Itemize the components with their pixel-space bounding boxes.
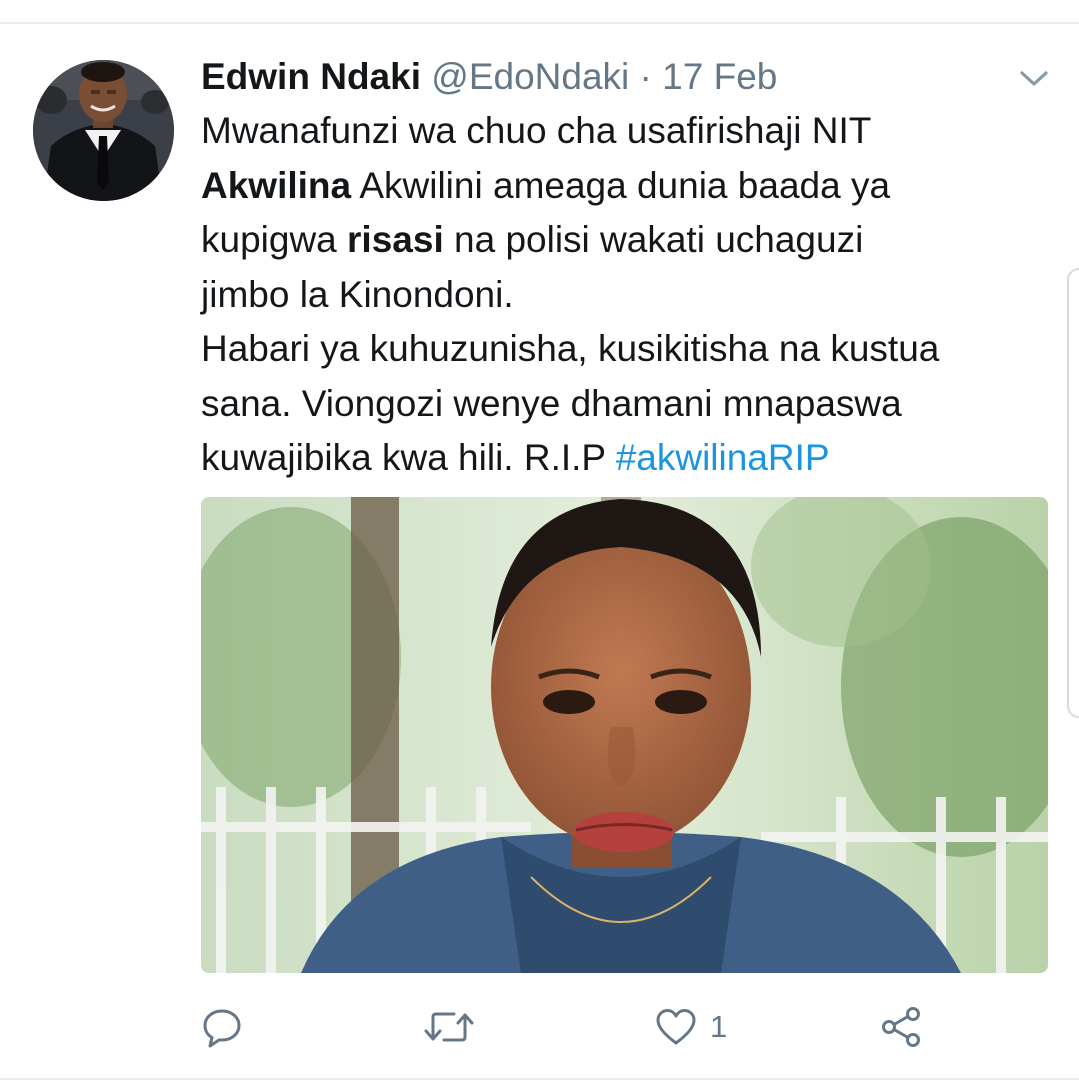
bold-word: risasi (347, 219, 444, 260)
avatar-photo (33, 60, 174, 201)
bottom-divider (0, 1078, 1079, 1080)
chevron-down-icon (1020, 71, 1048, 86)
tweet-text-line: kuwajibika kwa hili. R.I.P #akwilinaRIP (201, 431, 1041, 486)
scrollbar-edge[interactable] (1067, 268, 1079, 718)
tweet-timestamp[interactable]: 17 Feb (662, 56, 777, 97)
text-segment: Mwanafunzi wa chuo cha usafirishaji NIT (201, 110, 872, 151)
author-display-name[interactable]: Edwin Ndaki (201, 56, 421, 97)
tweet-text: Mwanafunzi wa chuo cha usafirishaji NIT … (201, 104, 1041, 486)
text-segment: na polisi wakati uchaguzi (443, 219, 864, 260)
heart-icon (656, 1009, 696, 1045)
tweet-photo[interactable] (201, 497, 1048, 973)
author-handle[interactable]: @EdoNdaki (431, 56, 629, 97)
like-button[interactable]: 1 (654, 1003, 727, 1051)
text-segment: kupigwa (201, 219, 348, 260)
tweet-text-line: sana. Viongozi wenye dhamani mnapaswa (201, 377, 1041, 432)
tweet-text-line: kupigwa risasi na polisi wakati uchaguzi (201, 213, 1041, 268)
text-segment: Akwilini ameaga dunia baada ya (351, 164, 891, 206)
tweet-text-line: Habari ya kuhuzunisha, kusikitisha na ku… (201, 322, 1041, 377)
like-count: 1 (710, 1009, 728, 1044)
tweet-menu-button[interactable] (1014, 64, 1054, 94)
tweet-text-line: Mwanafunzi wa chuo cha usafirishaji NIT (201, 104, 1041, 159)
text-segment: kuwajibika kwa hili. R.I.P (201, 437, 616, 478)
text-segment: Habari ya kuhuzunisha, kusikitisha na ku… (201, 328, 940, 369)
avatar[interactable] (33, 60, 174, 201)
top-divider (0, 22, 1079, 24)
retweet-icon (424, 1012, 474, 1042)
reply-icon (203, 1009, 241, 1048)
tweet-text-line: jimbo la Kinondoni. (201, 268, 1041, 323)
bold-word: Akwilina (201, 164, 352, 206)
tweet-text-line: Akwilina Akwilini ameaga dunia baada ya (201, 159, 1041, 214)
text-segment: sana. Viongozi wenye dhamani mnapaswa (201, 382, 902, 424)
header-separator: · (639, 56, 652, 97)
text-segment: jimbo la Kinondoni. (201, 273, 514, 315)
share-icon (882, 1007, 920, 1047)
portrait-photo (201, 497, 1048, 973)
share-button[interactable] (880, 1003, 924, 1051)
reply-button[interactable] (200, 1003, 244, 1051)
hashtag-link[interactable]: #akwilinaRIP (616, 437, 830, 478)
retweet-button[interactable] (422, 1003, 476, 1051)
tweet-header: Edwin Ndaki @EdoNdaki · 17 Feb (201, 55, 777, 99)
